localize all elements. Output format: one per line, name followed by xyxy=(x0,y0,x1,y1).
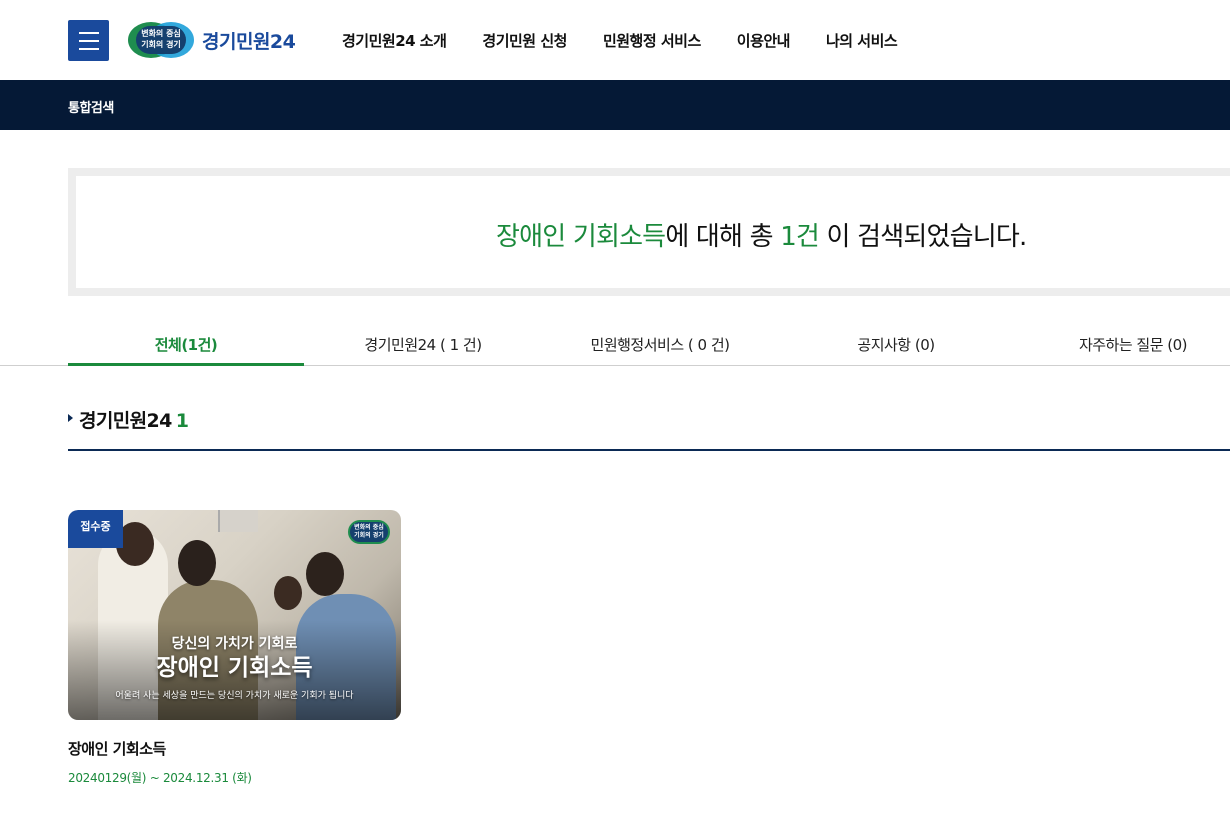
logo-badge-line2: 기회의 경기 xyxy=(141,40,181,49)
result-message: 장애인 기회소득에 대해 총 1건 이 검색되었습니다. xyxy=(496,216,1028,253)
result-count: 1건 xyxy=(780,222,820,252)
section-count: 1 xyxy=(175,410,189,432)
thumbnail-description: 어울려 사는 세상을 만드는 당신의 가치가 새로운 기회가 됩니다 xyxy=(115,691,354,701)
result-tabs: 전체(1건) 경기민원24 ( 1 건) 민원행정서비스 ( 0 건) 공지사항… xyxy=(0,326,1230,366)
card-thumbnail[interactable]: 접수중 변화의 중심 기회의 경기 당신의 가치가 기회로 장애인 기회소득 어울… xyxy=(68,510,401,720)
mini-logo-line2: 기회의 경기 xyxy=(354,532,384,539)
tab-admin-service[interactable]: 민원행정서비스 ( 0 건) xyxy=(542,326,778,366)
status-badge: 접수중 xyxy=(68,510,123,548)
nav-item-my-service[interactable]: 나의 서비스 xyxy=(826,30,898,51)
section-name: 경기민원24 xyxy=(79,410,172,432)
thumbnail-title: 장애인 기회소득 xyxy=(156,654,313,681)
nav-item-intro[interactable]: 경기민원24 소개 xyxy=(342,30,447,51)
section-title: 경기민원24 1 xyxy=(79,406,189,433)
menu-icon-line xyxy=(78,39,99,42)
section-arrow-icon xyxy=(68,414,73,422)
tab-gyeonggi-minwon24[interactable]: 경기민원24 ( 1 건) xyxy=(305,326,541,366)
logo-text: 경기민원24 xyxy=(202,30,296,53)
card-title[interactable]: 장애인 기회소득 xyxy=(68,738,401,759)
search-result-summary: 장애인 기회소득에 대해 총 1건 이 검색되었습니다. xyxy=(68,168,1230,296)
menu-icon-line xyxy=(78,47,99,50)
result-card: 접수중 변화의 중심 기회의 경기 당신의 가치가 기회로 장애인 기회소득 어울… xyxy=(68,510,401,786)
mini-logo-line1: 변화의 중심 xyxy=(354,524,384,531)
site-header: 변화의 중심기회의 경기 경기민원24 경기민원24 소개 경기민원 신청 민원… xyxy=(0,0,1230,80)
page-title: 통합검색 xyxy=(68,101,114,116)
thumbnail-logo-icon: 변화의 중심 기회의 경기 xyxy=(348,520,390,544)
nav-item-guide[interactable]: 이용안내 xyxy=(737,30,791,51)
menu-icon-line xyxy=(78,31,99,34)
section-heading: 경기민원24 1 xyxy=(68,404,1230,451)
nav-item-apply[interactable]: 경기민원 신청 xyxy=(482,30,567,51)
logo-badge-icon: 변화의 중심기회의 경기 xyxy=(128,20,196,60)
card-date: 20240129(월) ~ 2024.12.31 (화) xyxy=(68,771,252,785)
hamburger-menu-button[interactable] xyxy=(68,20,109,61)
site-logo[interactable]: 변화의 중심기회의 경기 경기민원24 xyxy=(128,19,296,61)
nav-item-admin-service[interactable]: 민원행정 서비스 xyxy=(603,30,701,51)
result-text-end: 이 검색되었습니다. xyxy=(819,222,1028,252)
tab-notice[interactable]: 공지사항 (0) xyxy=(778,326,1014,366)
main-nav: 경기민원24 소개 경기민원 신청 민원행정 서비스 이용안내 나의 서비스 xyxy=(342,30,933,51)
result-text-mid: 에 대해 총 xyxy=(665,222,781,252)
page-title-bar: 통합검색 xyxy=(0,80,1230,130)
tab-faq[interactable]: 자주하는 질문 (0) xyxy=(1015,326,1230,366)
tab-all[interactable]: 전체(1건) xyxy=(68,326,304,366)
search-keyword: 장애인 기회소득 xyxy=(496,222,666,252)
logo-badge-line1: 변화의 중심 xyxy=(141,29,181,38)
